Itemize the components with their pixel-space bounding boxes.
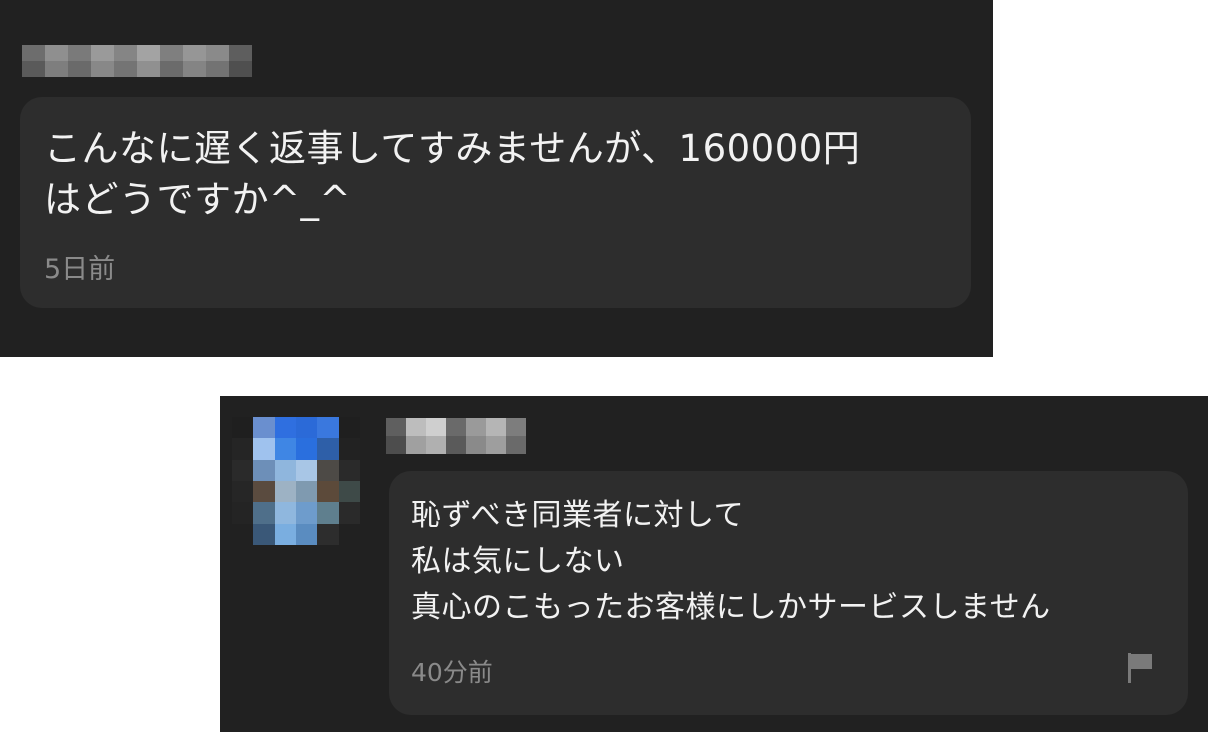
message-text: こんなに遅く返事してすみませんが、160000円 はどうですか^_^ [44,127,861,221]
blurred-username [386,418,526,454]
message-bubble[interactable]: 恥ずべき同業者に対して 私は気にしない 真心のこもったお客様にしかサービスしませ… [389,471,1188,715]
conversation-panel-bottom: 恥ずべき同業者に対して 私は気にしない 真心のこもったお客様にしかサービスしませ… [220,396,1208,732]
flag-icon[interactable] [1126,651,1154,685]
message-timestamp: 40分前 [411,658,493,687]
message-text: 恥ずべき同業者に対して 私は気にしない 真心のこもったお客様にしかサービスしませ… [411,498,1051,625]
blurred-username [22,45,252,77]
message-timestamp: 5日前 [44,254,116,285]
message-bubble[interactable]: こんなに遅く返事してすみませんが、160000円 はどうですか^_^ 5日前 [20,97,971,308]
avatar[interactable] [232,417,360,545]
